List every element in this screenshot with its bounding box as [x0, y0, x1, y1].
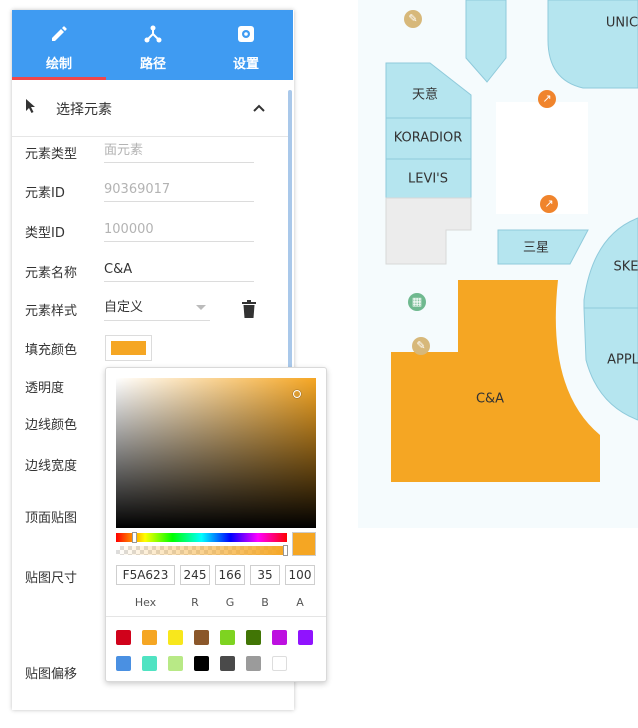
element-type-field: 面元素	[104, 140, 254, 163]
element-style-select[interactable]: 自定义	[104, 296, 210, 321]
element-id-label: 元素ID	[25, 186, 65, 201]
tab-draw[interactable]: 绘制	[12, 10, 106, 80]
element-name-input[interactable]: C&A	[104, 259, 254, 282]
preset-swatch[interactable]	[194, 630, 209, 645]
preset-swatch[interactable]	[116, 656, 131, 671]
tab-route[interactable]: 路径	[106, 10, 200, 80]
preset-swatch[interactable]	[272, 656, 287, 671]
b-label: B	[261, 596, 269, 609]
wrench-icon[interactable]: ✎	[404, 10, 422, 28]
element-style-label: 元素样式	[25, 304, 78, 319]
shop-label-tianyi: 天意	[411, 87, 439, 103]
shop-label-ca: C&A	[475, 391, 505, 407]
void-area	[385, 197, 472, 265]
preset-swatch[interactable]	[116, 630, 131, 645]
shop-ca-selected[interactable]	[391, 280, 600, 482]
r-input[interactable]: 245	[180, 565, 210, 585]
hue-slider[interactable]	[116, 532, 287, 543]
fill-color-preview	[111, 341, 146, 355]
chevron-up-icon[interactable]	[252, 102, 266, 117]
shop-unic[interactable]	[547, 0, 638, 89]
g-input[interactable]: 166	[215, 565, 245, 585]
tab-label: 设置	[232, 57, 259, 72]
color-picker-popup: F5A623 245 166 35 100 Hex R G B A	[105, 367, 327, 682]
preset-swatch[interactable]	[246, 656, 261, 671]
pencil-icon	[49, 24, 69, 48]
g-label: G	[225, 596, 235, 609]
shop-label-appl: APPL	[607, 352, 638, 368]
preset-swatch[interactable]	[220, 656, 235, 671]
type-id-label: 类型ID	[25, 226, 65, 241]
texture-size-label: 贴图尺寸	[25, 571, 78, 586]
dropdown-arrow-icon	[196, 305, 206, 310]
preset-swatch[interactable]	[246, 630, 261, 645]
color-preview	[292, 532, 316, 556]
escalator-icon[interactable]: ↗	[538, 90, 556, 108]
select-element-title: 选择元素	[56, 102, 112, 118]
map-canvas[interactable]	[358, 0, 638, 528]
atm-icon[interactable]: ▦	[408, 293, 426, 311]
preset-swatch[interactable]	[168, 630, 183, 645]
preset-swatch[interactable]	[298, 630, 313, 645]
border-color-label: 边线颜色	[25, 418, 78, 433]
saturation-cursor[interactable]	[293, 390, 301, 398]
opacity-label: 透明度	[25, 381, 65, 396]
preset-swatch[interactable]	[220, 630, 235, 645]
hex-input[interactable]: F5A623	[116, 565, 175, 585]
preset-swatch[interactable]	[194, 656, 209, 671]
fill-color-label: 填充颜色	[25, 343, 78, 358]
element-id-field: 90369017	[104, 179, 254, 202]
hex-label: Hex	[134, 596, 157, 609]
b-input[interactable]: 35	[250, 565, 280, 585]
r-label: R	[191, 596, 199, 609]
hue-slider-handle[interactable]	[132, 532, 137, 543]
select-element-header[interactable]: 选择元素	[12, 80, 288, 137]
type-id-field: 100000	[104, 219, 254, 242]
tab-bar: 绘制 路径 设置	[12, 10, 293, 80]
tab-settings[interactable]: 设置	[199, 10, 293, 80]
map-view[interactable]: UNIC 天意 KORADIOR LEVI'S 三星 SKE APPL C&A …	[358, 0, 638, 528]
shop-label-samsung: 三星	[522, 240, 550, 256]
border-width-label: 边线宽度	[25, 459, 78, 474]
a-input[interactable]: 100	[285, 565, 315, 585]
alpha-slider-handle[interactable]	[283, 545, 288, 556]
element-name-label: 元素名称	[25, 266, 78, 281]
preset-swatch[interactable]	[142, 656, 157, 671]
fill-color-swatch[interactable]	[105, 335, 152, 361]
texture-offset-label: 贴图偏移	[25, 667, 78, 682]
top-texture-label: 顶面贴图	[25, 511, 78, 526]
shop-label-unic: UNIC	[605, 15, 638, 31]
alpha-slider[interactable]	[116, 545, 288, 556]
preset-swatch[interactable]	[168, 656, 183, 671]
saturation-value-area[interactable]	[116, 378, 316, 528]
escalator-icon[interactable]: ↗	[540, 195, 558, 213]
element-style-value: 自定义	[104, 300, 144, 315]
preset-swatch[interactable]	[272, 630, 287, 645]
scrollbar[interactable]	[288, 90, 292, 390]
element-type-label: 元素类型	[25, 147, 78, 162]
shop-label-koradior: KORADIOR	[393, 130, 463, 146]
picker-divider	[106, 616, 326, 617]
a-label: A	[296, 596, 304, 609]
wrench-icon[interactable]: ✎	[412, 337, 430, 355]
tab-label: 路径	[139, 57, 166, 72]
cursor-icon	[24, 98, 38, 118]
preset-swatch[interactable]	[142, 630, 157, 645]
gear-icon	[236, 24, 256, 48]
shop-label-levis: LEVI'S	[407, 171, 449, 187]
trash-icon[interactable]	[242, 300, 256, 322]
tab-label: 绘制	[45, 57, 72, 72]
shop-top-small[interactable]	[465, 0, 507, 83]
shop-label-ske: SKE	[613, 259, 638, 275]
route-icon	[143, 24, 163, 48]
